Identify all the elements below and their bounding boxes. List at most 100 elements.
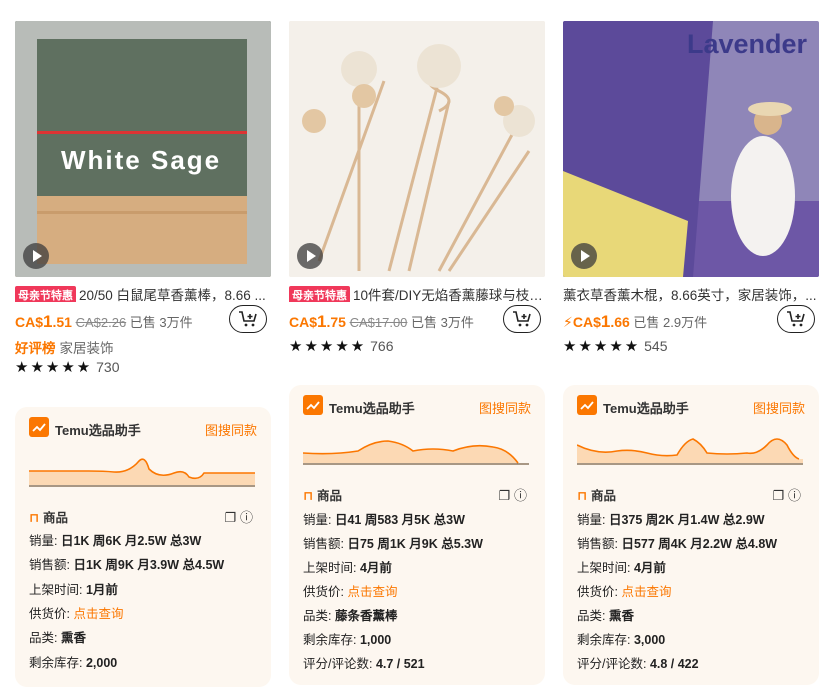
copy-icon[interactable]: ❐	[772, 488, 788, 503]
rating-label: 评分/评论数:	[303, 657, 373, 671]
star-rating-icon: ★★★★★	[563, 338, 641, 355]
original-price: CA$2.26	[75, 315, 127, 330]
selection-assistant-panel-1: Temu选品助手 图搜同款 ⊓ 商品 ❐ⓘ 销量: 日1K 周6K 月2.5W 总…	[15, 407, 271, 687]
product-title-row[interactable]: 母亲节特惠 20/50 白鼠尾草香薰棒，8.66 ...	[15, 284, 271, 302]
star-rating-icon: ★★★★★	[289, 338, 367, 355]
panel-header: Temu选品助手 图搜同款	[577, 395, 805, 417]
add-to-cart-button[interactable]	[777, 305, 815, 333]
stock-label: 剩余库存:	[29, 656, 83, 670]
rating-value: 4.7 / 521	[375, 657, 425, 671]
copy-icon[interactable]: ❐	[224, 510, 240, 525]
add-to-cart-button[interactable]	[229, 305, 267, 333]
play-video-icon[interactable]	[23, 243, 49, 269]
listed-line: 上架时间: 1月前	[29, 579, 118, 598]
panel-title: Temu选品助手	[329, 401, 415, 416]
section-header: ⊓ 商品 ❐ⓘ	[29, 507, 257, 525]
review-count: 545	[644, 338, 668, 354]
listed-label: 上架时间:	[303, 561, 357, 575]
category-label: 品类:	[303, 609, 332, 623]
copy-icon[interactable]: ❐	[498, 488, 514, 503]
cart-plus-icon	[787, 311, 805, 327]
section-header: ⊓ 商品 ❐ⓘ	[577, 485, 805, 503]
supply-query-link[interactable]: 点击查询	[347, 585, 397, 599]
product-title[interactable]: 20/50 白鼠尾草香薰棒，8.66 ...	[79, 288, 266, 302]
section-title: 商品	[590, 489, 616, 503]
revenue-line: 销售额: 日75 周1K 月9K 总5.3W	[303, 533, 483, 552]
stock-label: 剩余库存:	[577, 633, 631, 647]
price-currency: CA$	[289, 314, 318, 330]
supply-query-link[interactable]: 点击查询	[621, 585, 671, 599]
promo-badge: 母亲节特惠	[289, 286, 350, 302]
add-to-cart-button[interactable]	[503, 305, 541, 333]
ranking-tag[interactable]: 好评榜	[15, 341, 56, 356]
sales-value: 日375 周2K 月1.4W 总2.9W	[608, 513, 765, 527]
price-integer: 1	[600, 312, 611, 331]
rating-row: ★★★★★ 730	[15, 358, 120, 376]
sales-label: 销量:	[303, 513, 332, 527]
supply-query-link[interactable]: 点击查询	[73, 607, 123, 621]
panel-header: Temu选品助手 图搜同款	[303, 395, 531, 417]
rating-value: 4.8 / 422	[649, 657, 699, 671]
revenue-value: 日1K 周9K 月3.9W 总4.5W	[73, 558, 225, 572]
bag-icon: ⊓	[577, 489, 587, 503]
stock-line: 剩余库存: 2,000	[29, 652, 117, 671]
play-video-icon[interactable]	[571, 243, 597, 269]
listed-line: 上架时间: 4月前	[577, 557, 666, 576]
product-title-row[interactable]: 母亲节特惠 10件套/DIY无焰香薰藤球与枝条...	[289, 284, 545, 302]
price-row: CA$1.51 CA$2.26 已售 3万件	[15, 312, 193, 332]
price-decimal: .66	[610, 314, 630, 330]
info-icon[interactable]: ⓘ	[788, 488, 805, 503]
rating-label: 评分/评论数:	[577, 657, 647, 671]
product-title[interactable]: 薰衣草香薰木棍，8.66英寸，家居装饰，...	[563, 288, 817, 302]
category-value: 藤条香薰棒	[334, 609, 398, 623]
rating-line: 评分/评论数: 4.8 / 422	[577, 653, 699, 672]
cart-plus-icon	[239, 311, 257, 327]
info-icon[interactable]: ⓘ	[514, 488, 531, 503]
supply-line: 供货价: 点击查询	[303, 581, 397, 600]
cart-plus-icon	[513, 311, 531, 327]
review-count: 730	[96, 359, 120, 375]
image-search-link[interactable]: 图搜同款	[753, 398, 805, 417]
original-price: CA$17.00	[349, 315, 408, 330]
product-title[interactable]: 10件套/DIY无焰香薰藤球与枝条...	[353, 288, 545, 302]
product-title-row[interactable]: 薰衣草香薰木棍，8.66英寸，家居装饰，...	[563, 284, 819, 302]
price-decimal: .75	[326, 314, 346, 330]
sales-trend-sparkline	[303, 440, 529, 465]
product-image[interactable]	[289, 21, 545, 277]
price-row: CA$1.75 CA$17.00 已售 3万件	[289, 312, 474, 332]
listed-value: 4月前	[633, 561, 666, 575]
revenue-line: 销售额: 日577 周4K 月2.2W 总4.8W	[577, 533, 777, 552]
price-currency: CA$	[572, 314, 601, 330]
product-image[interactable]: White Sage	[15, 21, 271, 277]
play-video-icon[interactable]	[297, 243, 323, 269]
panel-title: Temu选品助手	[55, 423, 141, 438]
section-tools: ❐ⓘ	[224, 507, 257, 526]
image-search-link[interactable]: 图搜同款	[205, 420, 257, 439]
info-icon[interactable]: ⓘ	[240, 510, 257, 525]
listed-label: 上架时间:	[29, 583, 83, 597]
supply-line: 供货价: 点击查询	[577, 581, 671, 600]
supply-label: 供货价:	[303, 585, 344, 599]
sold-count: 已售 3万件	[411, 315, 474, 330]
panel-header: Temu选品助手 图搜同款	[29, 417, 257, 439]
section-title: 商品	[42, 511, 68, 525]
category-tag[interactable]: 家居装饰	[60, 341, 114, 356]
section-tools: ❐ⓘ	[772, 485, 805, 504]
review-count: 766	[370, 338, 394, 354]
product-image[interactable]: Lavender	[563, 21, 819, 277]
star-rating-icon: ★★★★★	[15, 359, 93, 376]
sales-line: 销量: 日41 周583 月5K 总3W	[303, 509, 465, 528]
stock-label: 剩余库存:	[303, 633, 357, 647]
revenue-line: 销售额: 日1K 周9K 月3.9W 总4.5W	[29, 554, 224, 573]
sales-label: 销量:	[29, 534, 58, 548]
listed-label: 上架时间:	[577, 561, 631, 575]
revenue-label: 销售额:	[29, 558, 70, 572]
supply-label: 供货价:	[577, 585, 618, 599]
image-search-link[interactable]: 图搜同款	[479, 398, 531, 417]
price-row: ⚡CA$1.66 已售 2.9万件	[563, 312, 707, 332]
panel-title: Temu选品助手	[603, 401, 689, 416]
sales-line: 销量: 日1K 周6K 月2.5W 总3W	[29, 530, 201, 549]
category-line: 品类: 熏香	[577, 605, 634, 624]
supply-label: 供货价:	[29, 607, 70, 621]
category-value: 熏香	[608, 609, 634, 623]
